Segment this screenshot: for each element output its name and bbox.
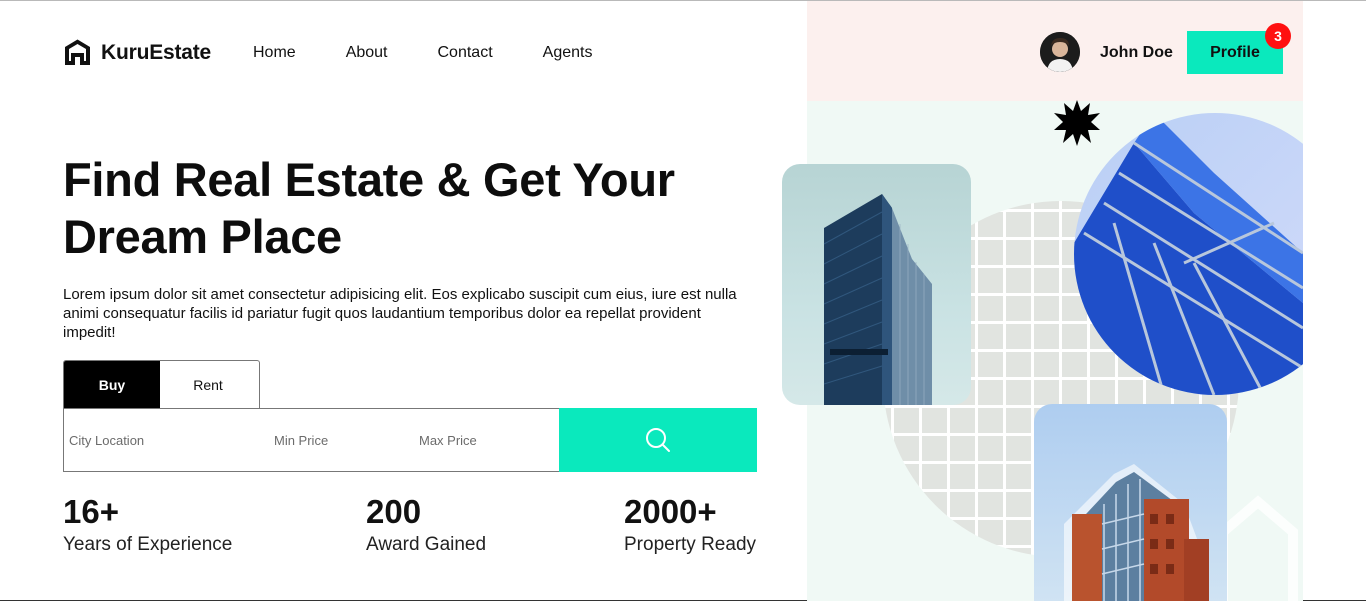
stat-value: 16+ bbox=[63, 493, 119, 530]
starburst-icon bbox=[1054, 100, 1100, 146]
city-location-input[interactable] bbox=[69, 409, 259, 471]
user-name: John Doe bbox=[1100, 44, 1173, 61]
stat-awards: 200 Award Gained bbox=[366, 493, 486, 558]
hero-description: Lorem ipsum dolor sit amet consectetur a… bbox=[63, 286, 737, 341]
listing-type-tabs: Buy Rent bbox=[63, 360, 260, 408]
tab-rent[interactable]: Rent bbox=[160, 361, 256, 408]
stat-value: 2000+ bbox=[624, 493, 717, 530]
avatar[interactable] bbox=[1040, 32, 1080, 72]
brand-logo[interactable]: KuruEstate bbox=[63, 38, 211, 67]
nav-item-agents[interactable]: Agents bbox=[543, 44, 593, 62]
main-nav: Home About Contact Agents bbox=[253, 44, 642, 62]
max-price-input[interactable] bbox=[419, 409, 549, 471]
building-image-glass-facade bbox=[1074, 113, 1303, 395]
nav-item-about[interactable]: About bbox=[346, 44, 388, 62]
building-image-tower bbox=[782, 164, 971, 405]
min-price-input[interactable] bbox=[274, 409, 404, 471]
stat-experience: 16+ Years of Experience bbox=[63, 493, 232, 558]
stat-label: Property Ready bbox=[624, 534, 757, 555]
hero-title-line-2: Dream Place bbox=[63, 210, 342, 263]
stat-properties: 2000+ Property Ready bbox=[624, 493, 756, 558]
search-button[interactable] bbox=[559, 408, 757, 472]
hero-title: Find Real Estate & Get Your Dream Place bbox=[63, 151, 763, 265]
stat-label: Award Gained bbox=[366, 534, 487, 555]
building-image-brick bbox=[1034, 404, 1227, 601]
search-icon bbox=[646, 428, 670, 452]
notification-badge: 3 bbox=[1265, 23, 1291, 49]
tab-buy[interactable]: Buy bbox=[64, 361, 160, 408]
property-search-bar bbox=[63, 408, 757, 472]
stat-value: 200 bbox=[366, 493, 422, 530]
nav-item-home[interactable]: Home bbox=[253, 44, 296, 62]
stat-label: Years of Experience bbox=[63, 534, 233, 555]
house-logo-icon bbox=[65, 39, 90, 65]
nav-item-contact[interactable]: Contact bbox=[438, 44, 493, 62]
hero-title-line-1: Find Real Estate & Get Your bbox=[63, 153, 675, 206]
brand-name: KuruEstate bbox=[101, 40, 212, 64]
